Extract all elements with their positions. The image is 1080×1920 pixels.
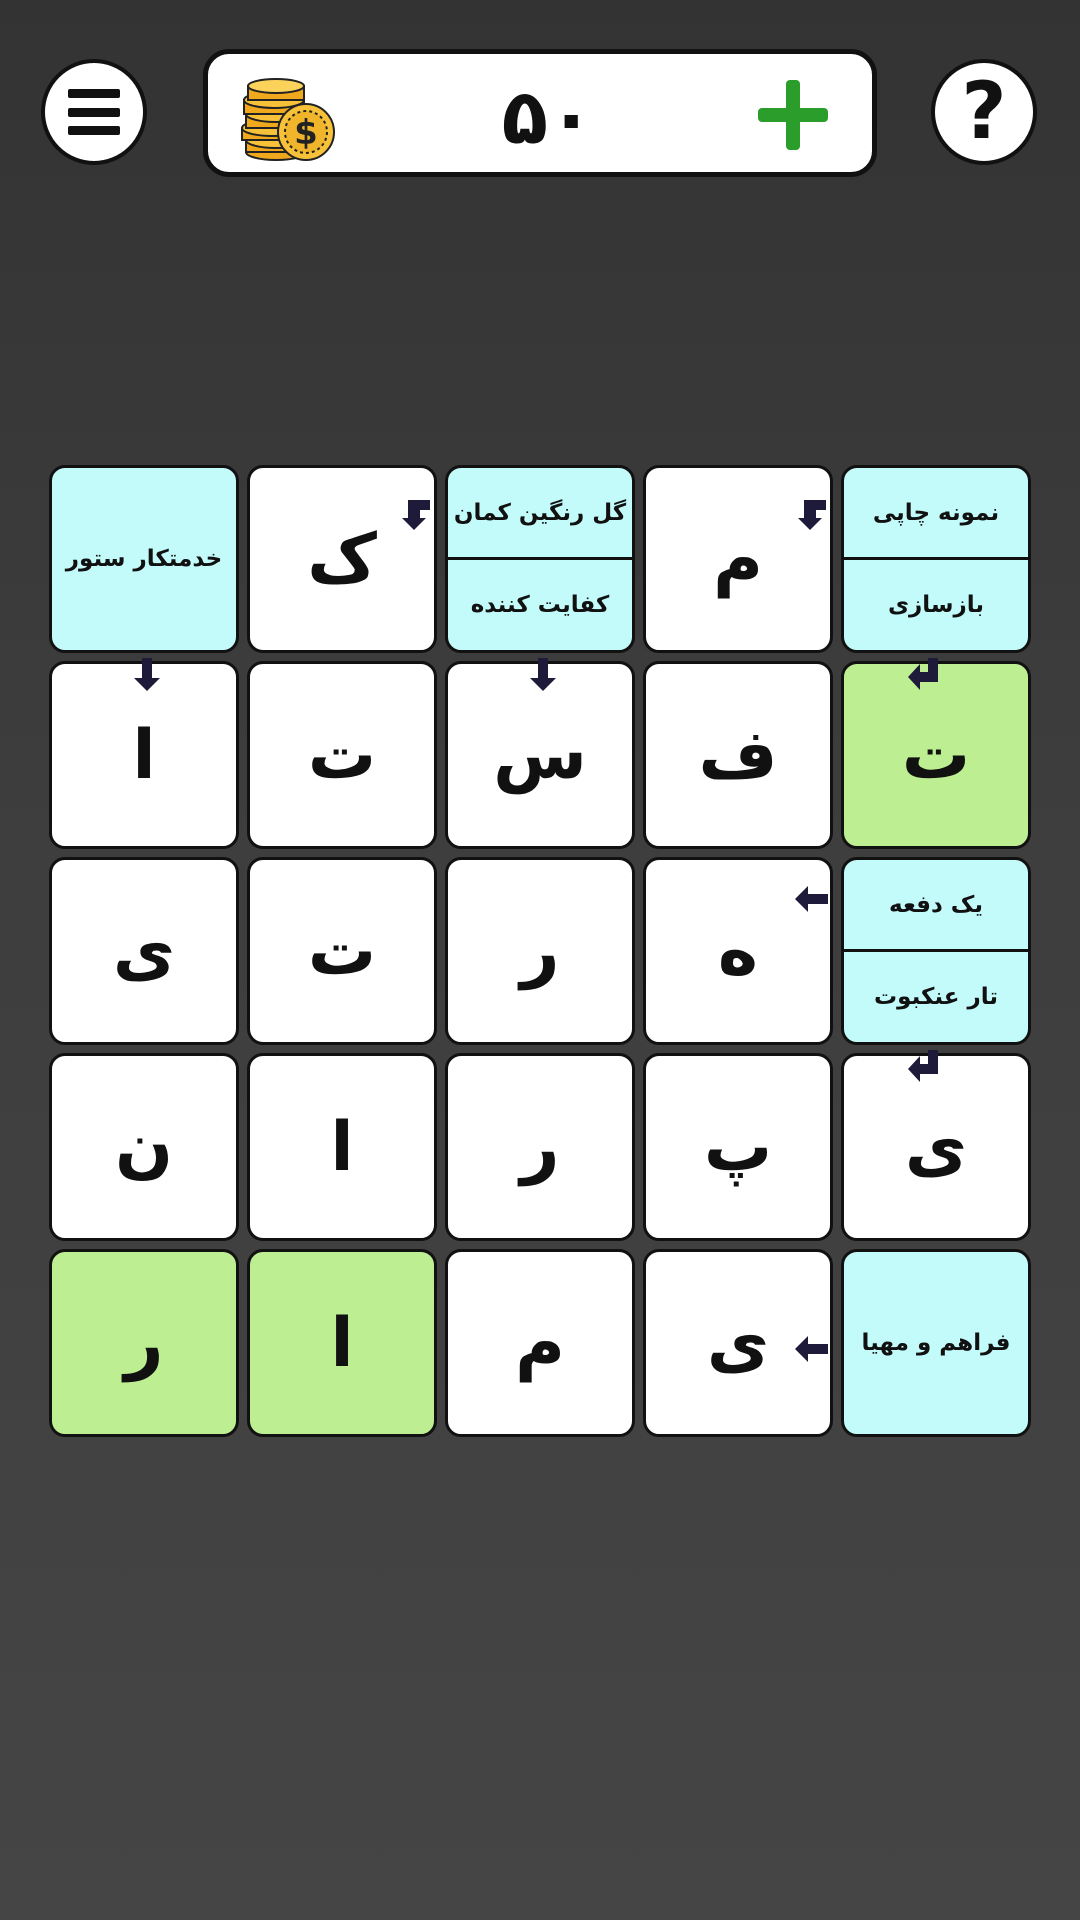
- arrow-icon: [908, 658, 938, 690]
- letter-cell-r2c3[interactable]: س: [445, 658, 635, 849]
- clue-cell-r1c5[interactable]: خدمتکار ستور: [49, 465, 239, 653]
- letter-cell-r2c1[interactable]: ت: [841, 658, 1031, 849]
- cell-letter: ن: [114, 1107, 174, 1187]
- cell-letter: ر: [124, 1303, 164, 1383]
- letter-cell-r5c5[interactable]: ر: [49, 1249, 239, 1437]
- cell-letter: م: [713, 519, 763, 599]
- clue-text: یک دفعه: [889, 892, 983, 918]
- cell-letter: ف: [698, 715, 778, 795]
- help-button[interactable]: ?: [931, 59, 1037, 165]
- coin-panel: $ ۵۰: [203, 49, 877, 177]
- letter-cell-r3c5[interactable]: ی: [49, 857, 239, 1045]
- crossword-grid: نمونه چاپی بازسازی م گل رنگین کمان کفایت…: [49, 465, 1031, 1441]
- letter-cell-r4c3[interactable]: ر: [445, 1053, 635, 1241]
- arrow-icon: [795, 886, 828, 912]
- letter-cell-r2c2[interactable]: ف: [643, 661, 833, 849]
- letter-cell-r1c2[interactable]: م: [643, 465, 833, 653]
- arrow-icon: [530, 658, 556, 691]
- arrow-icon: [908, 1050, 938, 1082]
- letter-cell-r2c5[interactable]: ا: [49, 658, 239, 849]
- clue-text: تار عنکبوت: [874, 984, 998, 1010]
- cell-letter: ی: [112, 911, 176, 991]
- letter-cell-r4c5[interactable]: ن: [49, 1053, 239, 1241]
- cell-letter: ا: [330, 1107, 354, 1187]
- clue-text: فراهم و مهیا: [861, 1330, 1011, 1356]
- letter-cell-r3c2[interactable]: ه: [643, 857, 833, 1045]
- arrow-icon: [134, 658, 160, 691]
- arrow-icon: [798, 500, 826, 530]
- letter-cell-r2c4[interactable]: ت: [247, 661, 437, 849]
- cell-letter: م: [515, 1303, 565, 1383]
- clue-text: نمونه چاپی: [872, 500, 1000, 526]
- cell-letter: ر: [520, 911, 560, 991]
- letter-cell-r1c4[interactable]: ک: [247, 465, 437, 653]
- menu-icon: [68, 89, 120, 135]
- letter-cell-r5c4[interactable]: ا: [247, 1249, 437, 1437]
- clue-text: کفایت کننده: [470, 592, 610, 618]
- cell-letter: ر: [520, 1107, 560, 1187]
- clue-cell-r5c1[interactable]: فراهم و مهیا: [841, 1249, 1031, 1437]
- cell-letter: ا: [330, 1303, 354, 1383]
- menu-button[interactable]: [41, 59, 147, 165]
- cell-letter: ت: [307, 715, 377, 795]
- help-icon: ?: [961, 67, 1007, 157]
- letter-cell-r5c2[interactable]: ی: [643, 1249, 833, 1437]
- letter-cell-r4c1[interactable]: ی: [841, 1050, 1031, 1241]
- coin-count: ۵۰: [501, 72, 595, 161]
- clue-text: گل رنگین کمان: [453, 500, 627, 526]
- clue-text: خدمتکار ستور: [65, 546, 223, 572]
- arrow-icon: [402, 500, 430, 530]
- letter-cell-r3c4[interactable]: ت: [247, 857, 437, 1045]
- top-bar: $ ۵۰ ?: [0, 0, 1080, 200]
- letter-cell-r4c4[interactable]: ا: [247, 1053, 437, 1241]
- letter-cell-r5c3[interactable]: م: [445, 1249, 635, 1437]
- clue-cell-r1c3[interactable]: گل رنگین کمان کفایت کننده: [445, 465, 635, 653]
- letter-cell-r3c3[interactable]: ر: [445, 857, 635, 1045]
- svg-text:$: $: [294, 113, 318, 153]
- coin-stack-icon: $: [241, 78, 335, 161]
- cell-letter: ک: [307, 519, 377, 599]
- letter-cell-r4c2[interactable]: پ: [643, 1053, 833, 1241]
- add-coins-button[interactable]: [756, 78, 830, 152]
- clue-cell-r1c1[interactable]: نمونه چاپی بازسازی: [841, 465, 1031, 653]
- cell-letter: پ: [703, 1107, 773, 1187]
- clue-text: بازسازی: [887, 592, 985, 618]
- clue-cell-r3c1[interactable]: یک دفعه تار عنکبوت: [841, 857, 1031, 1045]
- cell-letter: ت: [307, 911, 377, 991]
- arrow-icon: [795, 1336, 828, 1362]
